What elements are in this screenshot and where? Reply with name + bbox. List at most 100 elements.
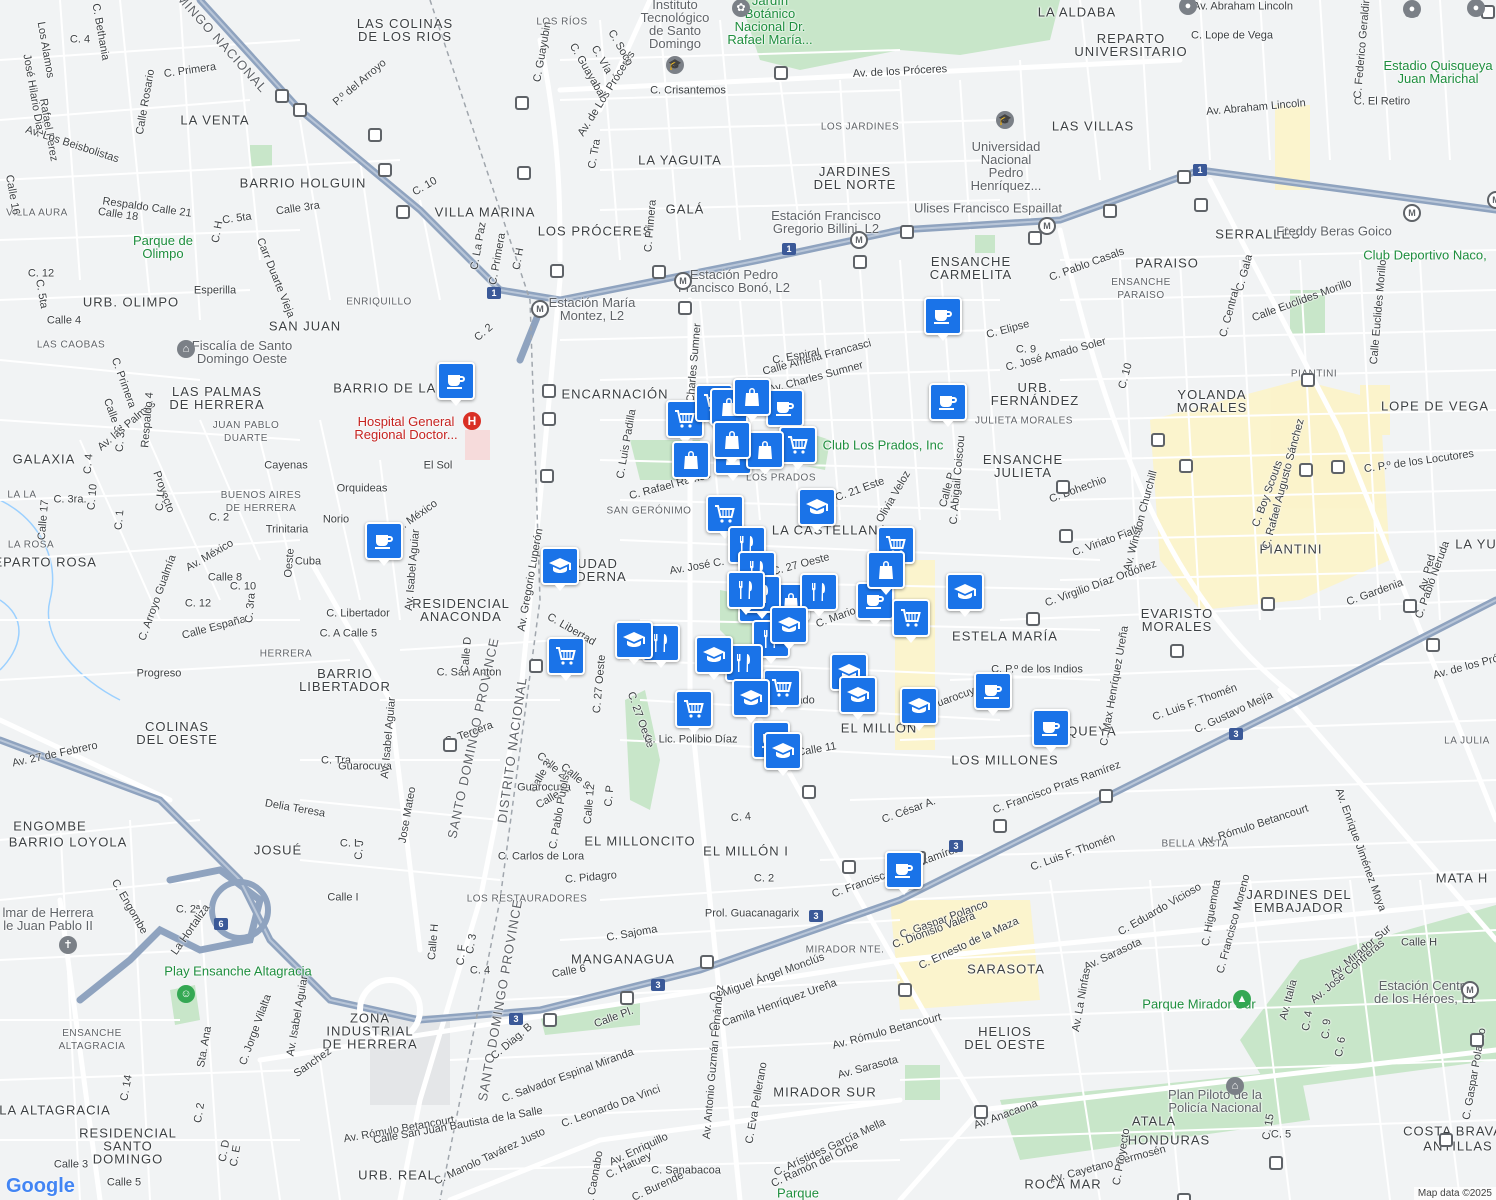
- transit-stop-icon: [275, 89, 289, 103]
- graduation-cap-icon: [908, 698, 930, 713]
- coffee-cup-icon: [1042, 722, 1060, 736]
- graduation-cap-pin[interactable]: [541, 547, 579, 591]
- transit-stop-icon: [515, 96, 529, 110]
- street-label: C. Lic. Polibio Díaz: [644, 733, 738, 746]
- coffee-cup-icon: [895, 864, 913, 878]
- shopping-bag-pin[interactable]: [672, 441, 710, 485]
- neighborhood-label: YOLANDA MORALES: [1176, 387, 1248, 415]
- neighborhood-label: ANTILLAS: [1423, 1138, 1493, 1154]
- subarea-label: ENRIQUILLO: [346, 296, 412, 308]
- neighborhood-label: ENGOMBE: [13, 818, 87, 834]
- graduation-cap-pin[interactable]: [900, 687, 938, 731]
- coffee-cup-icon: [375, 535, 393, 549]
- street-label: Orquideas: [336, 482, 388, 495]
- neighborhood-label: ENCARNACIÓN: [561, 386, 669, 402]
- metro-station-icon: M: [1461, 981, 1479, 999]
- metro-station-icon: M: [850, 231, 868, 249]
- street-label: C. 3: [113, 431, 128, 453]
- shopping-bag-pin[interactable]: [867, 551, 905, 595]
- neighborhood-label: SAN JUAN: [268, 318, 342, 334]
- street-label: Esperilla: [193, 284, 237, 297]
- transit-stop-icon: [1439, 1133, 1453, 1147]
- street-label: Prol. Guacanagarix: [704, 907, 800, 920]
- shopping-bag-pin[interactable]: [746, 431, 784, 475]
- street-label: Calle H: [1400, 936, 1438, 949]
- graduation-cap-icon: [549, 558, 571, 573]
- shopping-bag-pin[interactable]: [733, 378, 771, 422]
- shopping-cart-pin[interactable]: [779, 426, 817, 470]
- shopping-cart-pin[interactable]: [892, 599, 930, 643]
- street-label: C. 3ra.: [53, 493, 87, 506]
- place-label: Instituto Tecnológico de Santo Domingo: [640, 0, 710, 51]
- transit-stop-icon: [1177, 170, 1191, 184]
- graduation-cap-pin[interactable]: [770, 606, 808, 650]
- route-shield-icon: 1: [1193, 164, 1207, 176]
- neighborhood-label: LOS PRÓCERES: [537, 223, 653, 239]
- shopping-bag-icon: [745, 388, 759, 406]
- shopping-cart-pin[interactable]: [675, 690, 713, 734]
- route-shield-icon: 3: [1229, 728, 1243, 740]
- map-canvas[interactable]: LAS COLINAS DE LOS RIOS LA VENTA BARRIO HOL…: [0, 0, 1496, 1200]
- street-label: Calle 4: [46, 314, 82, 327]
- shopping-bag-icon: [684, 451, 698, 469]
- transit-stop-icon: [1026, 612, 1040, 626]
- coffee-cup-pin[interactable]: [885, 851, 923, 895]
- graduation-cap-pin[interactable]: [798, 488, 836, 532]
- transit-stop-icon: [620, 991, 634, 1005]
- place-label: Estación María Montez, L2: [548, 295, 636, 323]
- street-label: Cayenas: [264, 459, 308, 472]
- neighborhood-label: REPARTO UNIVERSITARIO: [1074, 31, 1188, 59]
- fork-knife-pin[interactable]: [727, 571, 765, 615]
- transit-stop-icon: [802, 785, 816, 799]
- coffee-cup-pin[interactable]: [437, 362, 475, 406]
- street-label: C. P: [602, 784, 617, 808]
- shopping-cart-icon: [684, 700, 704, 718]
- subarea-label: BUENOS AIRES DE HERRERA: [220, 490, 302, 514]
- street-label: Trinitaria: [265, 523, 309, 536]
- graduation-cap-icon: [623, 632, 645, 647]
- fork-knife-icon: [739, 581, 752, 599]
- graduation-cap-pin[interactable]: [615, 621, 653, 665]
- transit-stop-icon: [1269, 1156, 1283, 1170]
- graduation-cap-pin[interactable]: [732, 679, 770, 723]
- coffee-cup-pin[interactable]: [929, 383, 967, 427]
- street-label: C. 4: [469, 964, 491, 977]
- transit-stop-icon: [1056, 480, 1070, 494]
- coffee-cup-icon: [939, 396, 957, 410]
- subarea-label: LA LA: [7, 489, 37, 501]
- subarea-label: HERRERA: [259, 648, 313, 660]
- street-label: Calle 5: [106, 1176, 142, 1189]
- graduation-cap-pin[interactable]: [764, 732, 802, 776]
- transit-stop-icon: [700, 955, 714, 969]
- shopping-bag-icon: [879, 561, 893, 579]
- neighborhood-label: RESIDENCIAL SANTO DOMINGO: [79, 1125, 177, 1167]
- coffee-cup-pin[interactable]: [924, 297, 962, 341]
- fork-knife-pin[interactable]: [800, 573, 838, 617]
- place-label: Estación Pedro Francisco Bonó, L2: [677, 267, 791, 295]
- street-label: C. 4: [730, 810, 752, 825]
- coffee-cup-pin[interactable]: [365, 522, 403, 566]
- neighborhood-label: LOS MILLONES: [951, 752, 1059, 768]
- neighborhood-label: EL MILLÓN I: [703, 843, 789, 859]
- neighborhood-label: URB. FERNÁNDEZ: [990, 380, 1080, 408]
- subarea-label: LAS CAOBAS: [36, 339, 106, 351]
- graduation-cap-pin[interactable]: [839, 676, 877, 720]
- graduation-cap-pin[interactable]: [946, 573, 984, 617]
- map-attribution[interactable]: Map data ©2025: [1413, 1187, 1496, 1200]
- street-label: C. 5: [1270, 1128, 1292, 1141]
- transit-stop-icon: [1194, 198, 1208, 212]
- shopping-bag-icon: [758, 441, 772, 459]
- coffee-cup-pin[interactable]: [766, 389, 804, 433]
- coffee-cup-pin[interactable]: [1032, 709, 1070, 753]
- graduation-cap-icon: [778, 617, 800, 632]
- shopping-cart-pin[interactable]: [547, 637, 585, 681]
- subarea-label: LOS RESTAURADORES: [466, 893, 588, 905]
- place-label: Parque: [777, 1185, 819, 1200]
- transit-stop-icon: [1179, 459, 1193, 473]
- graduation-cap-pin[interactable]: [695, 636, 733, 680]
- transit-stop-icon: [293, 103, 307, 117]
- shopping-bag-pin[interactable]: [713, 421, 751, 465]
- transit-stop-icon: [1151, 433, 1165, 447]
- coffee-cup-icon: [776, 402, 794, 416]
- coffee-cup-pin[interactable]: [974, 672, 1012, 716]
